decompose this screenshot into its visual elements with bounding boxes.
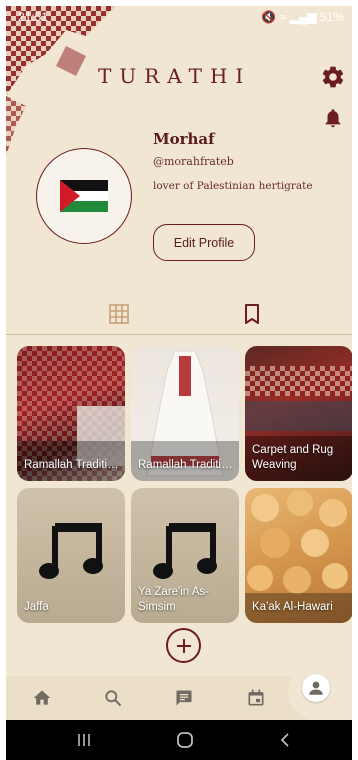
profile-avatar[interactable] bbox=[36, 148, 132, 244]
app-brand-title: TURATHI bbox=[98, 64, 252, 88]
home-icon[interactable] bbox=[32, 688, 52, 708]
add-post-button[interactable] bbox=[166, 628, 201, 663]
plus-icon bbox=[176, 638, 191, 653]
notification-bell-icon[interactable] bbox=[322, 106, 344, 130]
signal-icon: ▂▄▆ bbox=[289, 10, 317, 24]
profile-tab-button[interactable] bbox=[302, 674, 330, 702]
status-indicators: 🔇 ≈ ▂▄▆ 51% bbox=[261, 10, 344, 24]
profile-handle: @morahfrateb bbox=[153, 155, 234, 168]
post-tile[interactable]: Ramallah Traditional Sh... bbox=[17, 346, 125, 481]
status-time: 21:51 bbox=[18, 10, 49, 24]
saved-bookmark-icon[interactable] bbox=[240, 302, 264, 326]
post-tile[interactable]: Jaffa bbox=[17, 488, 125, 623]
person-icon bbox=[309, 681, 323, 695]
profile-name: Morhaf bbox=[153, 130, 215, 148]
system-navigation-bar bbox=[6, 720, 352, 760]
nav-profile-tab bbox=[288, 661, 352, 721]
post-tile[interactable]: Ka'ak Al-Hawari bbox=[245, 488, 352, 623]
post-title: Ya Zare'in As-Simsim bbox=[138, 586, 210, 613]
post-tile[interactable]: Carpet and Rug Weaving bbox=[245, 346, 352, 481]
tab-divider bbox=[6, 334, 352, 335]
chat-icon[interactable] bbox=[174, 688, 194, 708]
mute-icon: 🔇 bbox=[261, 10, 277, 24]
edit-profile-button[interactable]: Edit Profile bbox=[153, 224, 255, 261]
post-title: Ramallah Traditional Sh... bbox=[24, 459, 121, 471]
battery-level: 51% bbox=[319, 10, 344, 24]
home-button-icon[interactable] bbox=[176, 732, 194, 748]
post-title: Ramallah Traditional Dre... bbox=[138, 459, 235, 471]
status-bar: 21:51 🔇 ≈ ▂▄▆ 51% bbox=[6, 6, 352, 30]
post-title: Carpet and Rug Weaving bbox=[252, 444, 334, 471]
profile-bio: lover of Palestinian hertigrate bbox=[153, 180, 313, 192]
post-title: Ka'ak Al-Hawari bbox=[252, 601, 333, 613]
recent-apps-icon[interactable] bbox=[76, 732, 92, 748]
music-note-icon bbox=[39, 523, 103, 579]
search-icon[interactable] bbox=[103, 688, 123, 708]
settings-gear-icon[interactable] bbox=[320, 64, 346, 90]
calendar-icon[interactable] bbox=[246, 688, 266, 708]
post-tile[interactable]: Ya Zare'in As-Simsim bbox=[131, 488, 239, 623]
wifi-icon: ≈ bbox=[279, 10, 287, 24]
post-tile[interactable]: Ramallah Traditional Dre... bbox=[131, 346, 239, 481]
back-icon[interactable] bbox=[278, 732, 292, 748]
post-title: Jaffa bbox=[24, 601, 49, 613]
palestine-flag-icon bbox=[60, 180, 108, 212]
grid-view-icon[interactable] bbox=[107, 302, 131, 326]
music-note-icon bbox=[153, 523, 217, 579]
app-screen: 21:51 🔇 ≈ ▂▄▆ 51% TURATHI Morhaf @morahf… bbox=[6, 6, 352, 760]
